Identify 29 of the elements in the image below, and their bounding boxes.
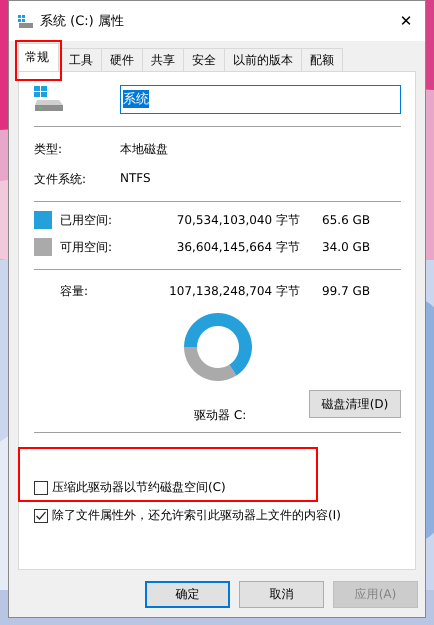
byte-count: 107,138,248,704 字节 [169, 282, 300, 300]
checkbox-label: 除了文件属性外，还允许索引此驱动器上文件的内容(I) [52, 507, 341, 524]
field-label: 可用空间: [60, 238, 112, 256]
checkbox-label: 压缩此驱动器以节约磁盘空间(C) [52, 479, 226, 496]
field-label: 类型: [34, 141, 64, 158]
dialog-button[interactable]: 取消 [239, 581, 324, 608]
checkmark-icon [35, 510, 47, 521]
field-label: 文件系统: [34, 171, 88, 188]
checkbox[interactable] [34, 508, 48, 522]
byte-count: 36,604,145,664 字节 [176, 238, 300, 256]
field-label: 容量: [60, 282, 88, 300]
ok-button[interactable]: 确定 [145, 581, 230, 608]
disk-cleanup-button[interactable]: 磁盘清理(D) [309, 390, 401, 418]
close-button[interactable]: ✕ [391, 12, 421, 30]
name-field[interactable]: 系统 [120, 84, 401, 114]
byte-count: 70,534,103,040 字节 [176, 212, 300, 228]
size-value: 65.6 GB [321, 213, 370, 227]
field-value: 本地磁盘 [120, 141, 169, 158]
tab[interactable]: 常规 [18, 43, 59, 71]
tab[interactable]: 配额 [301, 48, 343, 71]
checkbox[interactable] [34, 480, 48, 494]
field-value: NTFS [120, 171, 152, 187]
size-value: 99.7 GB [321, 284, 370, 298]
drive-icon [34, 86, 64, 112]
drive-label: 驱动器 C: [194, 406, 246, 424]
size-value: 34.0 GB [321, 240, 370, 254]
window-title: 系统 (C:) 属性 [40, 13, 125, 30]
field-label: 已用空间: [60, 212, 112, 228]
drive-icon [18, 14, 34, 28]
